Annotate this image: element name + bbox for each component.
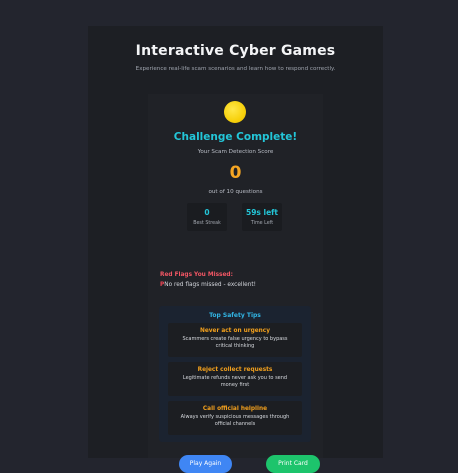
result-card: Challenge Complete! Your Scam Detection … [148, 94, 323, 473]
stat-label: Time Left [250, 221, 274, 226]
tip-item: Call official helpline Always verify sus… [168, 401, 302, 435]
tip-title: Reject collect requests [197, 367, 273, 373]
sun-icon [224, 101, 246, 123]
stat-label: Best Streak [193, 221, 221, 226]
tip-text: Scammers create false urgency to bypass … [182, 336, 288, 350]
tip-text: Legitimate refunds never ask you to send… [182, 375, 288, 389]
safety-tips-box: Top Safety Tips Never act on urgency Sca… [159, 306, 311, 442]
red-flags-message: PNo red flags missed - excellent! [160, 282, 256, 288]
stat-best-streak: 0 Best Streak [187, 203, 227, 231]
page-title: Interactive Cyber Games [135, 43, 336, 59]
stat-value: 59s left [245, 208, 279, 217]
game-panel: Interactive Cyber Games Experience real-… [88, 26, 383, 473]
tip-item: Reject collect requests Legitimate refun… [168, 362, 302, 396]
tip-title: Never act on urgency [199, 328, 271, 334]
result-title: Challenge Complete! [173, 131, 298, 143]
stat-time-left: 59s left Time Left [242, 203, 282, 231]
score-value: 0 [229, 163, 242, 183]
page-subtitle: Experience real-life scam scenarios and … [135, 66, 336, 72]
score-label: Your Scam Detection Score [197, 149, 274, 155]
tip-item: Never act on urgency Scammers create fal… [168, 323, 302, 357]
red-flags-text: No red flags missed - excellent! [164, 282, 256, 288]
tips-title: Top Safety Tips [209, 312, 261, 319]
stat-value: 0 [204, 208, 210, 217]
score-caption: out of 10 questions [208, 189, 263, 195]
tip-text: Always verify suspicious messages throug… [180, 414, 290, 428]
tip-title: Call official helpline [202, 406, 268, 412]
red-flags-title: Red Flags You Missed: [160, 272, 233, 278]
